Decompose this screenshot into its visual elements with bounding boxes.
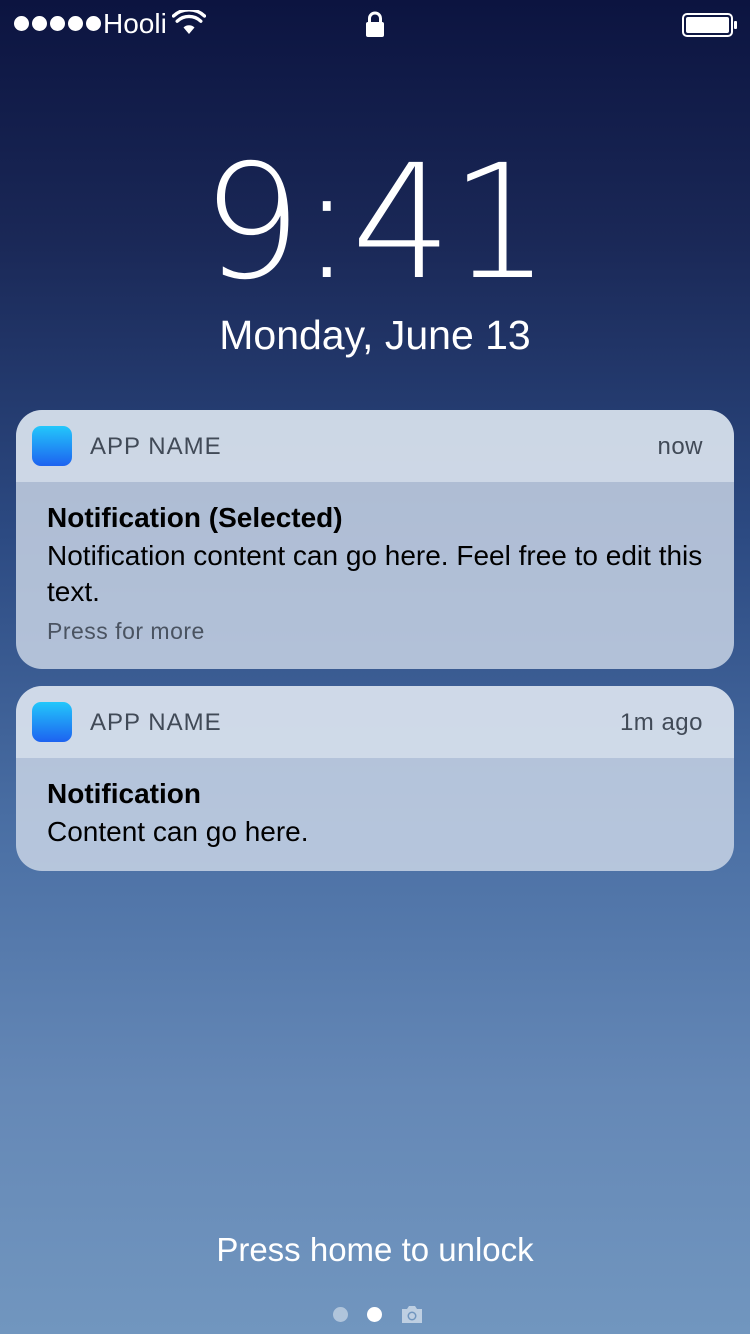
notification-title: Notification (Selected) (47, 502, 343, 533)
notification-app-name: APP NAME (90, 709, 222, 736)
notification-time: 1m ago (619, 709, 703, 736)
signal-dot (32, 16, 47, 31)
lock-screen-time: 9:41 (201, 131, 551, 315)
notification-body: Notification (Selected) Notification con… (47, 502, 710, 646)
lock-icon (366, 11, 384, 37)
signal-dot (68, 16, 83, 31)
notification-header: APP NAME now (16, 410, 734, 482)
app-icon (32, 702, 72, 742)
notification-text: Content can go here. (47, 816, 309, 847)
notification-text: Notification content can go here. Feel f… (47, 540, 703, 607)
notification-card-selected[interactable]: APP NAME now Notification (Selected) Not… (16, 410, 734, 669)
page-dot[interactable] (333, 1307, 348, 1322)
notification-more-hint: Press for more (47, 618, 205, 644)
notification-time: now (657, 433, 703, 460)
carrier-name: Hooli (103, 8, 167, 39)
battery-full-icon (682, 13, 737, 37)
unlock-hint: Press home to unlock (216, 1231, 534, 1268)
page-indicator[interactable] (0, 1300, 750, 1328)
notification-body: Notification Content can go here. (47, 778, 710, 850)
signal-dot (14, 16, 29, 31)
notification-app-name: APP NAME (90, 433, 222, 460)
camera-icon[interactable] (400, 1304, 424, 1324)
wifi-icon (172, 10, 206, 34)
app-icon (32, 426, 72, 466)
notification-card[interactable]: APP NAME 1m ago Notification Content can… (16, 686, 734, 871)
lock-screen-date: Monday, June 13 (219, 312, 531, 358)
page-dot-active[interactable] (367, 1307, 382, 1322)
signal-strength-icon (14, 16, 101, 31)
signal-dot (86, 16, 101, 31)
signal-dot (50, 16, 65, 31)
notification-title: Notification (47, 778, 201, 809)
status-bar: Hooli (0, 0, 750, 48)
notification-header: APP NAME 1m ago (16, 686, 734, 758)
